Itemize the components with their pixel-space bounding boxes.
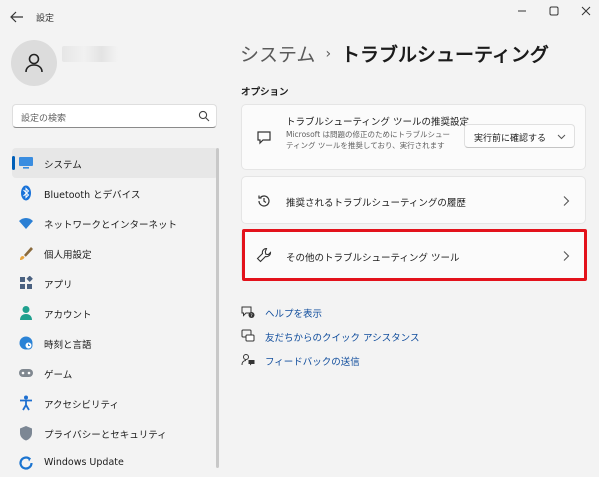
sidebar-item-bluetooth[interactable]: Bluetooth とデバイス [12, 178, 218, 208]
accessibility-icon [18, 395, 34, 411]
history-title: 推奨されるトラブルシューティングの履歴 [286, 198, 466, 209]
search-icon [198, 110, 210, 122]
windows-update-icon [18, 455, 34, 471]
sidebar-item-apps[interactable]: アプリ [12, 268, 218, 298]
sidebar-item-network[interactable]: ネットワークとインターネット [12, 208, 218, 238]
preference-dropdown[interactable]: 実行前に確認する [464, 124, 575, 148]
apps-icon [18, 275, 34, 291]
feedback-icon [241, 353, 255, 367]
dropdown-selected-value: 実行前に確認する [474, 134, 547, 144]
breadcrumb-separator: › [325, 45, 332, 62]
app-title: 設定 [36, 14, 55, 24]
sidebar-item-accounts[interactable]: アカウント [12, 298, 218, 328]
user-icon [25, 53, 43, 73]
globe-clock-icon [18, 335, 34, 351]
sidebar-item-label: システム [44, 160, 82, 171]
sidebar-item-label: Windows Update [44, 457, 124, 468]
history-icon [256, 193, 272, 209]
back-arrow-icon [10, 11, 23, 23]
title-bar: 設定 [0, 0, 599, 34]
breadcrumb: システム › トラブルシューティング [240, 40, 549, 67]
avatar[interactable] [11, 40, 57, 86]
wifi-icon [18, 215, 34, 231]
chat-bubble-icon [256, 129, 272, 145]
quick-assist-icon [241, 329, 255, 343]
maximize-button[interactable] [540, 4, 568, 18]
help-link-text[interactable]: ヘルプを表示 [265, 306, 322, 320]
preference-title: トラブルシューティング ツールの推奨設定 [286, 117, 469, 128]
other-troubleshooters-card[interactable]: その他のトラブルシューティング ツール [241, 230, 586, 280]
sidebar-item-label: ネットワークとインターネット [44, 220, 178, 231]
minimize-icon [518, 10, 526, 12]
maximize-icon [549, 6, 559, 16]
sidebar-item-label: 個人用設定 [44, 250, 92, 261]
chevron-right-icon [563, 196, 570, 206]
sidebar-item-accessibility[interactable]: アクセシビリティ [12, 388, 218, 418]
account-icon [18, 305, 34, 321]
selection-indicator [12, 156, 15, 170]
help-link-feedback[interactable]: フィードバックの送信 [241, 350, 461, 374]
close-button[interactable] [572, 4, 599, 18]
preference-description: Microsoft は問題の修正のためにトラブルシューティング ツールを推奨して… [286, 130, 451, 150]
sidebar-item-privacy-security[interactable]: プライバシーとセキュリティ [12, 418, 218, 448]
recommended-history-card[interactable]: 推奨されるトラブルシューティングの履歴 [241, 176, 586, 224]
profile-name-redacted [62, 46, 118, 62]
sidebar-item-label: アプリ [44, 280, 73, 291]
help-link-get-help[interactable]: ? ヘルプを表示 [241, 302, 461, 326]
help-link-text[interactable]: フィードバックの送信 [265, 354, 360, 368]
bluetooth-icon [18, 185, 34, 201]
page-title: トラブルシューティング [341, 44, 549, 66]
search-input[interactable]: 設定の検索 [21, 111, 66, 124]
other-troubleshooters-title: その他のトラブルシューティング ツール [286, 253, 460, 264]
sidebar-item-gaming[interactable]: ゲーム [12, 358, 218, 388]
help-icon: ? [241, 305, 255, 319]
chevron-right-icon [563, 251, 570, 261]
help-link-quick-assist[interactable]: 友だちからのクイック アシスタンス [241, 326, 461, 350]
troubleshooter-preference-card: トラブルシューティング ツールの推奨設定 Microsoft は問題の修正のため… [241, 104, 586, 170]
search-box[interactable]: 設定の検索 [12, 104, 217, 128]
sidebar-item-label: アカウント [44, 310, 92, 321]
minimize-button[interactable] [508, 4, 536, 18]
sidebar-nav: システム Bluetooth とデバイス ネットワークとインターネット 個人用設… [12, 148, 218, 477]
sidebar-item-label: アクセシビリティ [44, 400, 119, 411]
sidebar-item-time-language[interactable]: 時刻と言語 [12, 328, 218, 358]
sidebar-item-windows-update[interactable]: Windows Update [12, 448, 218, 477]
brush-icon [18, 245, 34, 261]
sidebar-item-label: 時刻と言語 [44, 340, 92, 351]
sidebar-scrollbar[interactable] [216, 148, 219, 468]
sidebar-item-label: Bluetooth とデバイス [44, 190, 141, 201]
gamepad-icon [18, 365, 34, 381]
sidebar-item-personalization[interactable]: 個人用設定 [12, 238, 218, 268]
sidebar-item-label: プライバシーとセキュリティ [44, 430, 167, 441]
shield-icon [18, 425, 34, 441]
sidebar-item-system[interactable]: システム [12, 148, 218, 178]
back-button[interactable] [8, 9, 26, 25]
help-links: ? ヘルプを表示 友だちからのクイック アシスタンス フィードバックの送信 [241, 302, 461, 374]
breadcrumb-parent[interactable]: システム [240, 40, 315, 67]
help-link-text[interactable]: 友だちからのクイック アシスタンス [265, 330, 419, 344]
close-icon [581, 6, 591, 16]
chevron-down-icon [557, 134, 566, 140]
wrench-icon [256, 247, 272, 263]
section-title-options: オプション [241, 87, 289, 98]
system-monitor-icon [18, 155, 34, 171]
sidebar-item-label: ゲーム [44, 370, 73, 381]
